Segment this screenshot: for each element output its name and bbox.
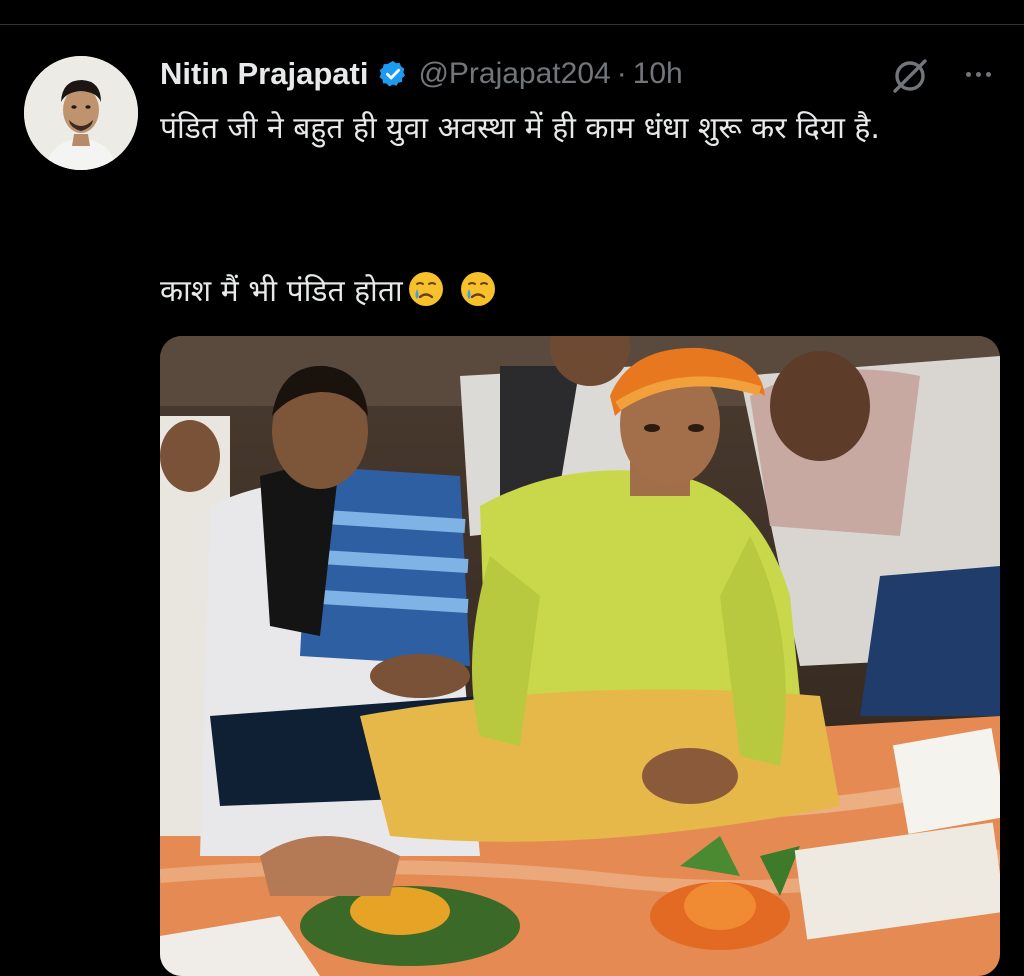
- tweet-text-line2: काश मैं भी पंडित होता: [160, 273, 403, 309]
- timestamp[interactable]: 10h: [633, 57, 683, 91]
- tweet-header: Nitin Prajapati @Prajapat204 · 10h: [160, 52, 1004, 96]
- tweet-text-line2-row: काश मैं भी पंडित होता: [160, 264, 497, 314]
- top-divider: [0, 0, 1024, 25]
- grok-icon[interactable]: [890, 56, 930, 96]
- author-handle[interactable]: @Prajapat204: [418, 57, 610, 91]
- tweet-text-line1: पंडित जी ने बहुत ही युवा अवस्था में ही क…: [160, 111, 880, 146]
- separator-dot: ·: [616, 57, 627, 90]
- crying-face-emoji: [459, 270, 497, 308]
- more-options-icon[interactable]: [958, 58, 998, 90]
- author-name[interactable]: Nitin Prajapati: [160, 56, 368, 92]
- verified-badge-icon: [378, 59, 408, 89]
- crying-face-emoji: [407, 270, 445, 308]
- tweet-media-photo[interactable]: [160, 336, 1000, 976]
- avatar[interactable]: [24, 56, 138, 170]
